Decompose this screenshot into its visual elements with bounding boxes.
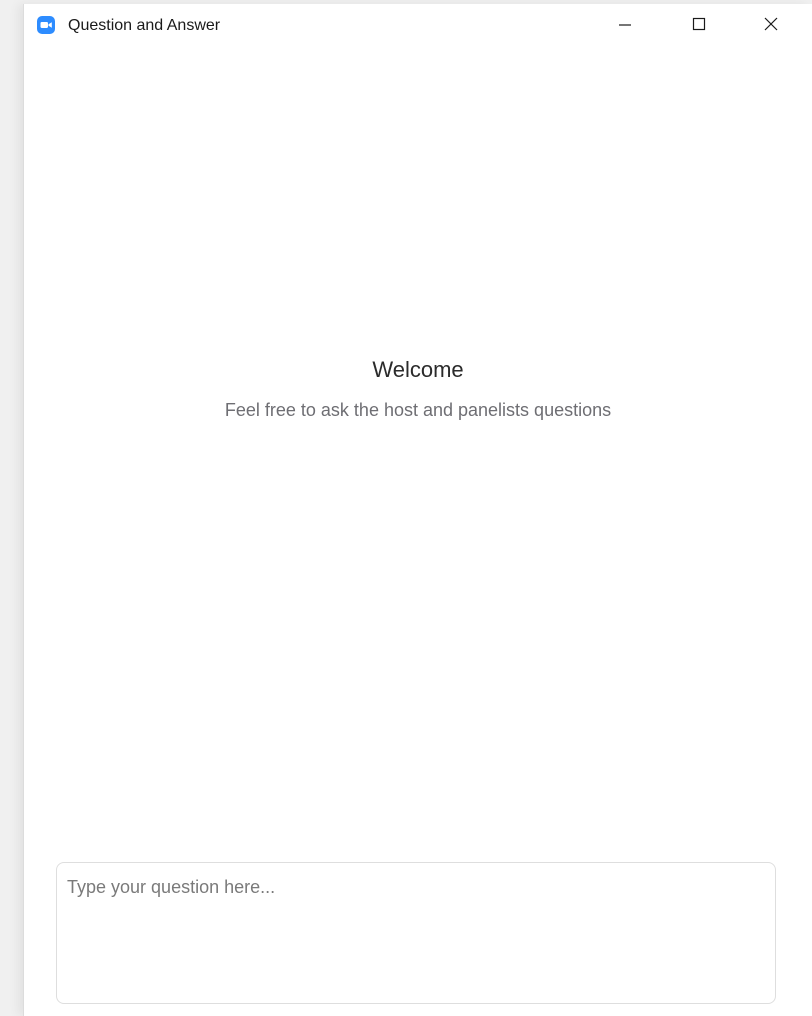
minimize-icon bbox=[617, 16, 633, 37]
title-bar[interactable]: Question and Answer bbox=[24, 4, 812, 48]
zoom-app-icon bbox=[37, 16, 55, 34]
close-button[interactable] bbox=[748, 4, 794, 48]
question-input-box[interactable] bbox=[56, 862, 776, 1004]
qa-content: Welcome Feel free to ask the host and pa… bbox=[24, 48, 812, 1016]
window-title: Question and Answer bbox=[68, 17, 221, 34]
close-icon bbox=[763, 16, 779, 37]
question-input[interactable] bbox=[57, 863, 775, 1003]
welcome-title: Welcome bbox=[372, 357, 464, 382]
welcome-subtitle: Feel free to ask the host and panelists … bbox=[224, 400, 612, 420]
maximize-icon bbox=[691, 16, 707, 37]
maximize-button[interactable] bbox=[676, 4, 722, 48]
minimize-button[interactable] bbox=[602, 4, 648, 48]
qa-window: Question and Answer Welcome Feel free to… bbox=[24, 4, 812, 1016]
